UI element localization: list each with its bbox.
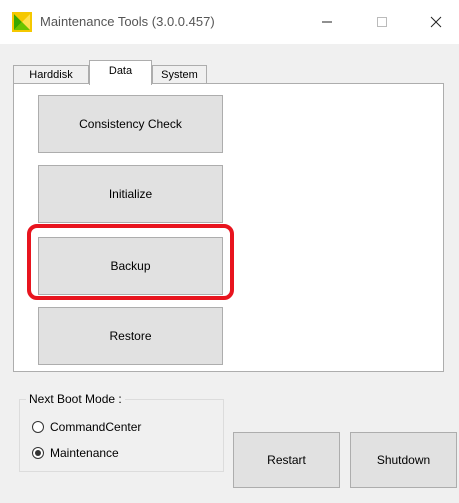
- radio-label: Maintenance: [50, 446, 119, 460]
- maximize-button[interactable]: [360, 6, 404, 38]
- initialize-button[interactable]: Initialize: [38, 165, 223, 223]
- tab-harddisk[interactable]: Harddisk: [13, 65, 89, 84]
- minimize-button[interactable]: [305, 6, 349, 38]
- window-title: Maintenance Tools (3.0.0.457): [40, 14, 215, 29]
- maximize-icon: [377, 17, 387, 27]
- radio-label: CommandCenter: [50, 420, 142, 434]
- tab-data[interactable]: Data: [89, 60, 152, 85]
- consistency-check-button[interactable]: Consistency Check: [38, 95, 223, 153]
- next-boot-mode-label: Next Boot Mode :: [26, 392, 125, 406]
- app-logo-icon: [12, 12, 32, 32]
- minimize-icon: [322, 21, 332, 23]
- next-boot-mode-group: [19, 399, 224, 472]
- title-bar: Maintenance Tools (3.0.0.457): [0, 0, 459, 44]
- backup-highlight-annotation: [27, 224, 234, 300]
- restore-button[interactable]: Restore: [38, 307, 223, 365]
- radio-button-checked[interactable]: [32, 447, 44, 459]
- tab-system[interactable]: System: [152, 65, 207, 84]
- shutdown-button[interactable]: Shutdown: [350, 432, 457, 488]
- close-button[interactable]: [414, 6, 458, 38]
- radio-button[interactable]: [32, 421, 44, 433]
- radio-commandcenter[interactable]: CommandCenter: [32, 419, 141, 435]
- close-icon: [430, 16, 442, 28]
- restart-button[interactable]: Restart: [233, 432, 340, 488]
- maintenance-tools-window: Maintenance Tools (3.0.0.457) Harddisk D…: [0, 0, 459, 503]
- radio-maintenance[interactable]: Maintenance: [32, 445, 119, 461]
